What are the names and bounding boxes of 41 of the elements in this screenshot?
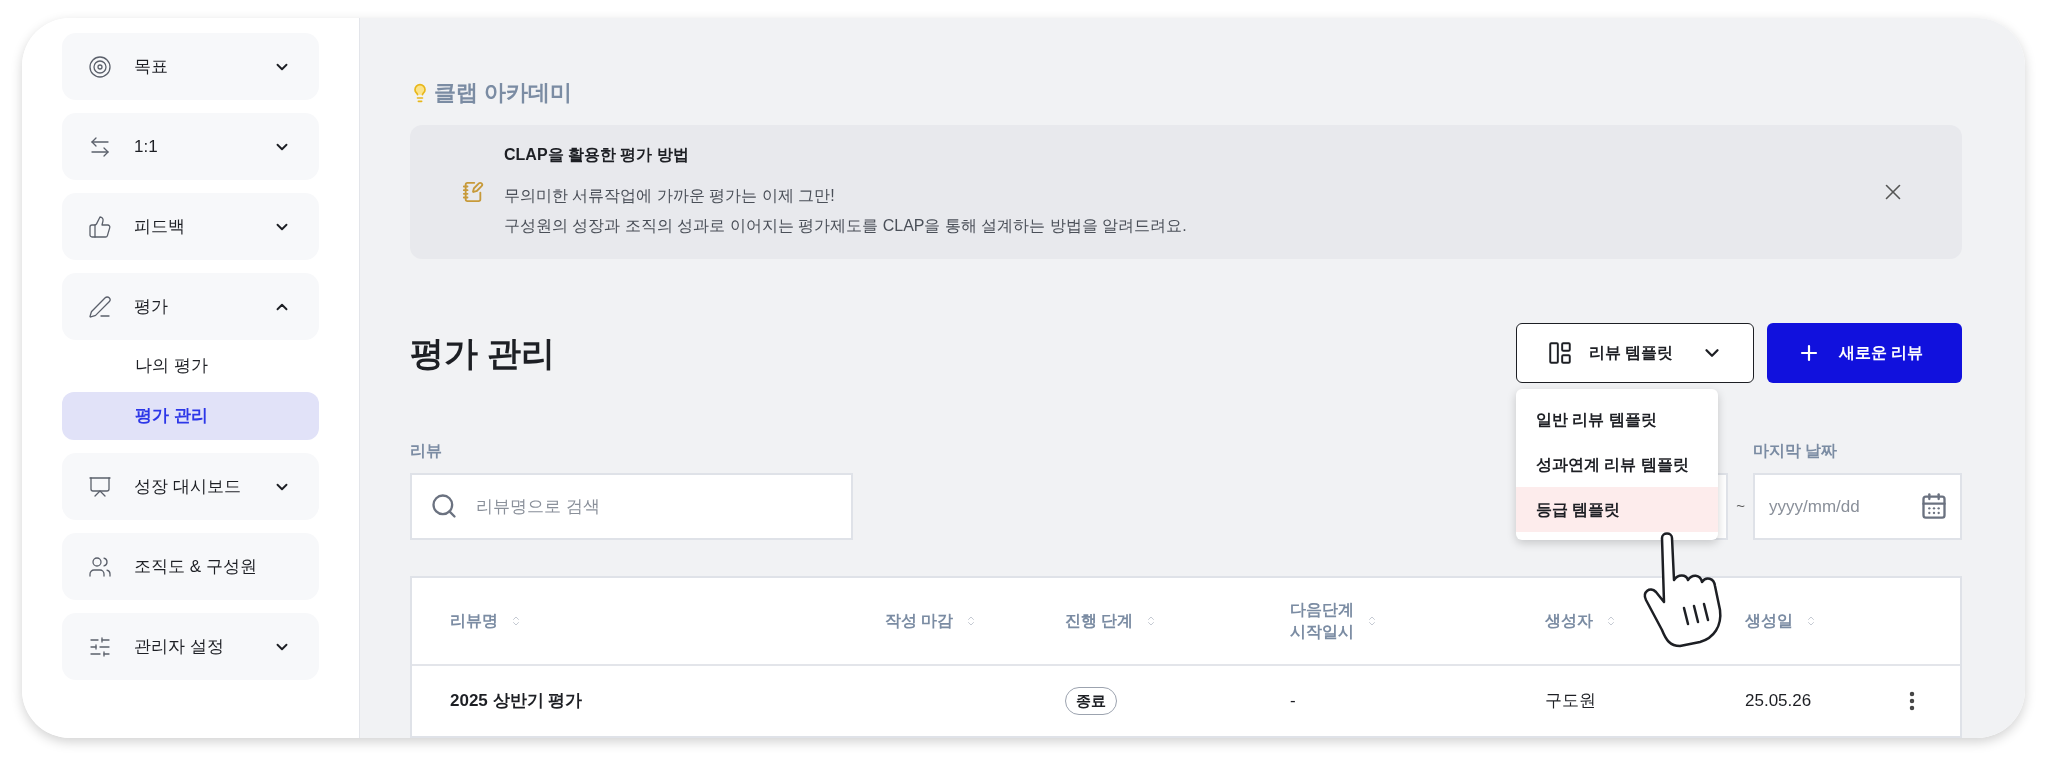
sort-icon[interactable] [1605,615,1617,627]
notepad-icon [462,181,484,203]
sidebar-subitem[interactable]: 평가 관리 [62,392,319,440]
table-cell-text: - [1290,690,1297,713]
sort-icon[interactable] [510,615,522,627]
users-icon [88,554,112,579]
new-review-button[interactable]: 새로운 리뷰 [1767,323,1962,383]
menu-item[interactable]: 일반 리뷰 템플릿 [1516,397,1718,442]
sidebar-item[interactable]: 평가 [62,273,319,340]
target-icon [88,54,112,79]
banner-text: 구성원의 성장과 조직의 성과로 이어지는 평가제도를 CLAP을 통해 설계하는 방법을 알려드려요. [504,216,1188,236]
sidebar-item[interactable]: 피드백 [62,193,319,260]
search-field[interactable]: 리뷰명으로 검색 [410,473,853,540]
calendar-icon[interactable] [1920,492,1948,520]
sidebar-item[interactable]: 조직도 & 구성원 [62,533,319,600]
thumbs-up-icon [88,214,112,239]
sidebar-item[interactable]: 목표 [62,33,319,100]
sidebar-subitem[interactable]: 나의 평가 [62,342,319,390]
banner-text: 무의미한 서류작업에 가까운 평가는 이제 그만! [504,186,836,206]
layout-icon [1547,340,1573,366]
section-title: 클랩 아카데미 [434,79,573,107]
range-separator: ~ [1736,496,1745,517]
menu-item[interactable]: 등급 템플릿 [1516,487,1718,532]
sort-icon[interactable] [1366,615,1378,627]
menu-item[interactable]: 성과연계 리뷰 템플릿 [1516,442,1718,487]
sidebar-item[interactable]: 성장 대시보드 [62,453,319,520]
presentation-icon [88,474,112,499]
sidebar-item[interactable]: 1:1 [62,113,319,180]
search-icon [430,492,458,520]
page-title: 평가 관리 [410,332,557,374]
sidebar-item[interactable]: 관리자 설정 [62,613,319,680]
banner-title: CLAP을 활용한 평가 방법 [504,145,690,165]
pen-icon [88,294,112,319]
table-cell-text: 25.05.26 [1745,690,1813,713]
table-cell-text: 구도원 [1545,690,1597,713]
sort-icon[interactable] [1805,615,1817,627]
field-label: 마지막 날짜 [1753,441,1839,461]
table-cell-text: 2025 상반기 평가 [450,690,584,713]
end-date-field[interactable]: yyyy/mm/dd [1753,473,1962,540]
field-label: 리뷰 [410,441,443,461]
template-button[interactable]: 리뷰 템플릿 [1516,323,1754,383]
